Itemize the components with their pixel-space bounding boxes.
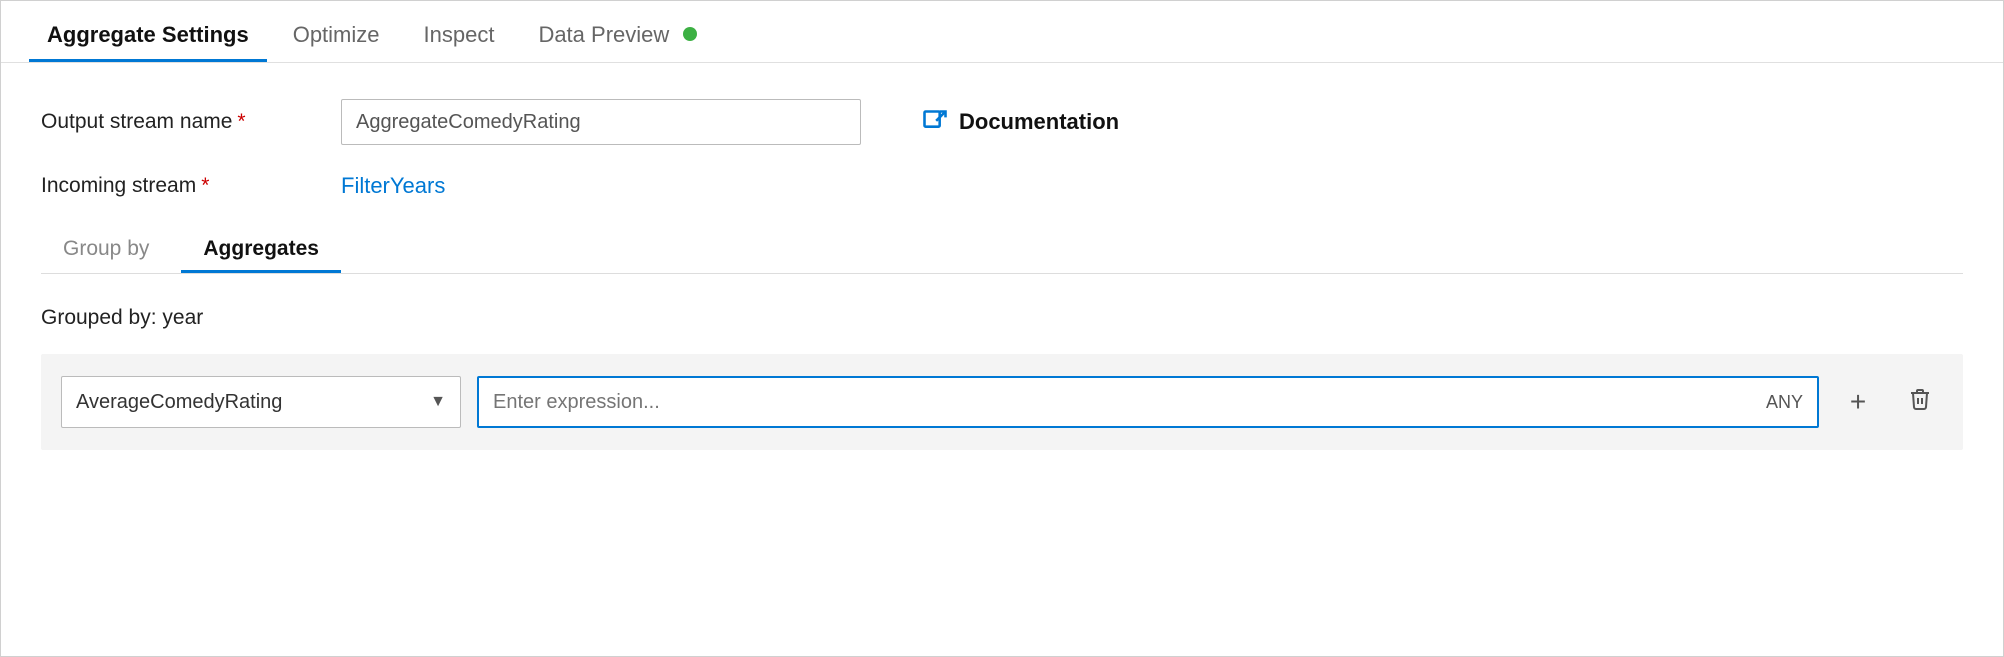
aggregate-row-container: AverageComedyRating ▼ ANY + xyxy=(41,354,1963,450)
output-stream-input[interactable] xyxy=(341,99,861,145)
tab-optimize[interactable]: Optimize xyxy=(275,6,398,62)
tab-data-preview[interactable]: Data Preview xyxy=(520,6,715,62)
expression-input[interactable] xyxy=(493,391,1758,414)
documentation-label: Documentation xyxy=(959,109,1119,135)
sub-tab-aggregates[interactable]: Aggregates xyxy=(181,227,341,273)
tab-inspect[interactable]: Inspect xyxy=(406,6,513,62)
any-badge: ANY xyxy=(1766,392,1803,413)
main-content: Output stream name* Documentation Incomi… xyxy=(1,63,2003,490)
output-stream-label: Output stream name* xyxy=(41,110,341,134)
sub-tab-bar: Group by Aggregates xyxy=(41,227,1963,274)
expression-input-wrap: ANY xyxy=(477,376,1819,428)
delete-aggregate-button[interactable] xyxy=(1897,379,1943,425)
data-preview-dot xyxy=(683,27,697,41)
documentation-link[interactable]: Documentation xyxy=(921,108,1119,136)
tab-aggregate-settings[interactable]: Aggregate Settings xyxy=(29,6,267,62)
grouped-by-label: Grouped by: year xyxy=(41,306,1963,330)
sub-tab-group-by[interactable]: Group by xyxy=(41,227,171,273)
incoming-stream-label: Incoming stream* xyxy=(41,174,341,198)
column-dropdown-value: AverageComedyRating xyxy=(76,391,282,414)
external-link-icon xyxy=(921,108,949,136)
output-stream-required: * xyxy=(237,110,245,133)
add-aggregate-button[interactable]: + xyxy=(1835,379,1881,425)
output-stream-row: Output stream name* Documentation xyxy=(41,99,1963,145)
column-dropdown[interactable]: AverageComedyRating ▼ xyxy=(61,376,461,428)
incoming-stream-link[interactable]: FilterYears xyxy=(341,173,445,199)
main-tab-bar: Aggregate Settings Optimize Inspect Data… xyxy=(1,1,2003,63)
plus-icon: + xyxy=(1850,386,1866,418)
incoming-stream-required: * xyxy=(201,174,209,197)
incoming-stream-row: Incoming stream* FilterYears xyxy=(41,173,1963,199)
chevron-down-icon: ▼ xyxy=(430,393,446,411)
trash-icon xyxy=(1908,387,1932,418)
